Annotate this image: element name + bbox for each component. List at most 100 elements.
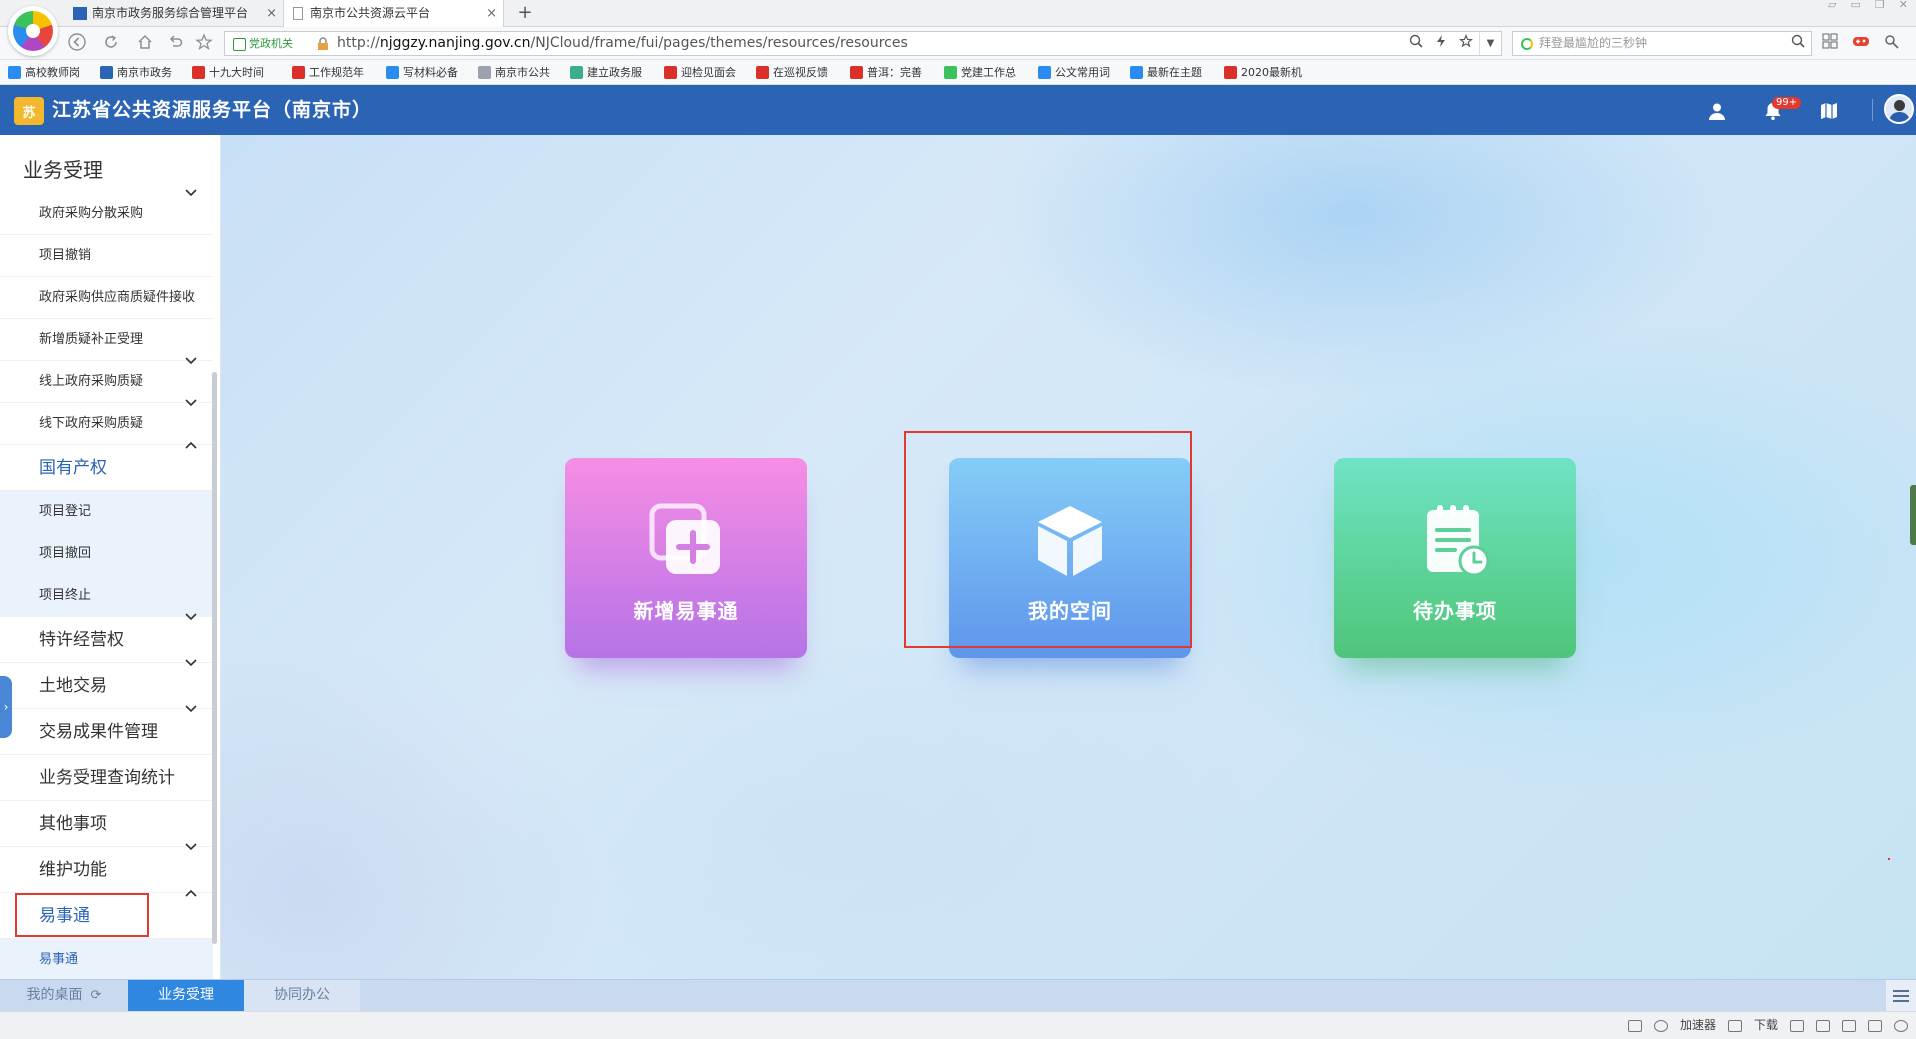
bookmark-item[interactable]: 建立政务服 <box>570 64 656 81</box>
chevron-up-icon[interactable] <box>185 889 197 897</box>
edit-icon[interactable] <box>1653 1012 1668 1039</box>
right-edge-handle[interactable] <box>1910 485 1916 545</box>
back-icon[interactable] <box>66 33 88 55</box>
trash-icon[interactable] <box>1816 1012 1830 1039</box>
download-icon[interactable] <box>1727 1012 1742 1039</box>
security-warning-icon[interactable] <box>317 37 329 51</box>
tab-my-desktop[interactable]: 我的桌面 ⟳ <box>0 980 128 1011</box>
cube-icon <box>1032 502 1108 578</box>
game-icon[interactable] <box>1852 33 1870 53</box>
sidebar-item[interactable]: 政府采购分散采购 <box>0 189 213 235</box>
search-box[interactable]: 拜登最尴尬的三秒钟 <box>1512 31 1812 56</box>
sidebar-item[interactable]: 线上政府采购质疑 <box>0 357 213 403</box>
sidebar-item[interactable]: 项目撤回 <box>0 533 213 575</box>
close-window-icon[interactable]: ✕ <box>1899 0 1908 10</box>
search-icon[interactable] <box>1791 34 1805 52</box>
sidebar-item[interactable]: 新增质疑补正受理 <box>0 319 213 361</box>
screenshot-icon[interactable] <box>1790 1012 1804 1039</box>
map-icon[interactable] <box>1818 100 1840 122</box>
bookmark-star-icon[interactable] <box>1459 33 1473 54</box>
refresh-icon[interactable] <box>100 33 122 55</box>
chevron-down-icon[interactable] <box>185 659 197 667</box>
browser-tab-1[interactable]: 南京市政务服务综合管理平台 × <box>66 0 284 27</box>
bookmark-item[interactable]: 南京市政务 <box>100 64 186 81</box>
search-engine-icon[interactable] <box>1521 38 1533 50</box>
chevron-down-icon[interactable] <box>185 189 197 197</box>
bookmark-item[interactable]: 2020最新机 <box>1224 64 1310 81</box>
avatar[interactable] <box>1884 94 1914 124</box>
download-label[interactable]: 下载 <box>1754 1012 1778 1039</box>
sidebar-item[interactable]: 交易成果件管理 <box>0 705 213 755</box>
bookmark-label: 在巡视反馈 <box>773 66 828 79</box>
browser-logo-icon[interactable] <box>8 6 58 56</box>
bookmark-item[interactable]: 写材料必备 <box>386 64 472 81</box>
menu-icon[interactable] <box>1886 980 1916 1011</box>
sidebar-item[interactable]: 项目登记 <box>0 491 213 533</box>
sidebar-item[interactable]: 其他事项 <box>0 801 213 847</box>
card-add-yishitong[interactable]: 新增易事通 <box>565 458 807 658</box>
restore-icon[interactable]: ❐ <box>1875 0 1885 10</box>
sidebar-collapse-toggle[interactable]: › <box>0 676 12 738</box>
favorite-star-icon[interactable] <box>193 33 215 55</box>
close-icon[interactable]: × <box>266 0 277 27</box>
tab-collaborative-office[interactable]: 协同办公 <box>244 980 360 1011</box>
sidebar-item[interactable]: 国有产权 <box>0 441 213 491</box>
app-logo: 苏 <box>14 97 44 125</box>
zoom-level-icon[interactable] <box>1894 1012 1908 1039</box>
chevron-down-icon[interactable] <box>185 705 197 713</box>
bookmark-item[interactable]: 党建工作总 <box>944 64 1030 81</box>
bookmark-item[interactable]: 十九大时间 <box>192 64 278 81</box>
bookmark-item[interactable]: 工作规范年 <box>292 64 378 81</box>
address-bar[interactable]: 党政机关 http://njggzy.nanjing.gov.cn/NJClou… <box>224 31 1502 56</box>
image-icon[interactable] <box>1627 1012 1642 1039</box>
sidebar-item[interactable]: 项目撤销 <box>0 235 213 277</box>
grid-apps-icon[interactable] <box>1822 33 1838 53</box>
card-todo[interactable]: 待办事项 <box>1334 458 1576 658</box>
sidebar-item[interactable]: 易事通 <box>0 939 213 981</box>
tools-icon[interactable] <box>1884 33 1902 53</box>
user-icon[interactable] <box>1706 100 1728 122</box>
skin-icon[interactable]: ▱ <box>1828 0 1836 10</box>
bookmark-item[interactable]: 迎检见面会 <box>664 64 750 81</box>
bookmark-item[interactable]: 公文常用词 <box>1038 64 1124 81</box>
chevron-down-icon[interactable] <box>185 399 197 407</box>
minimize-icon[interactable]: ▭ <box>1851 0 1861 10</box>
bookmark-item[interactable]: 最新在主题 <box>1130 64 1216 81</box>
bookmark-label: 普洱：完善 <box>867 66 922 79</box>
accelerator-label[interactable]: 加速器 <box>1680 1012 1716 1039</box>
card-label: 新增易事通 <box>633 599 739 623</box>
sidebar-item[interactable]: 业务受理查询统计 <box>0 755 213 801</box>
bookmark-item[interactable]: 南京市公共 <box>478 64 564 81</box>
window-icon[interactable] <box>1868 1012 1882 1039</box>
bookmark-item[interactable]: 普洱：完善 <box>850 64 936 81</box>
lightning-mode-icon[interactable] <box>1435 34 1447 54</box>
bookmark-item[interactable]: 在巡视反馈 <box>756 64 842 81</box>
tab-business-acceptance[interactable]: 业务受理 <box>128 980 244 1011</box>
refresh-icon[interactable]: ⟳ <box>91 988 102 1003</box>
sidebar-item-label: 新增质疑补正受理 <box>39 332 144 347</box>
sidebar-item[interactable]: 土地交易 <box>0 659 213 709</box>
chevron-down-icon[interactable] <box>185 613 197 621</box>
close-icon[interactable]: × <box>486 0 497 27</box>
bookmark-item[interactable]: 高校教师岗 <box>8 64 94 81</box>
sidebar-item[interactable]: 维护功能 <box>0 843 213 893</box>
card-my-space[interactable]: 我的空间 <box>949 458 1191 658</box>
sidebar-item[interactable]: 政府采购供应商质疑件接收 <box>0 277 213 319</box>
sidebar-item[interactable]: 易事通 <box>0 889 213 939</box>
chevron-up-icon[interactable] <box>185 441 197 449</box>
browser-tab-2[interactable]: 南京市公共资源云平台 × <box>284 0 504 27</box>
home-icon[interactable] <box>134 33 156 55</box>
chevron-down-icon[interactable] <box>185 357 197 365</box>
sidebar-scrollbar[interactable] <box>212 372 217 944</box>
zoom-icon[interactable] <box>1409 34 1423 54</box>
address-url[interactable]: http://njggzy.nanjing.gov.cn/NJCloud/fra… <box>337 32 908 55</box>
address-dropdown-icon[interactable]: ▼ <box>1479 32 1501 55</box>
new-tab-button[interactable]: + <box>510 2 540 24</box>
sidebar-item-label: 政府采购分散采购 <box>39 206 144 221</box>
sidebar-item[interactable]: 线下政府采购质疑 <box>0 399 213 445</box>
undo-icon[interactable] <box>164 33 186 55</box>
chevron-down-icon[interactable] <box>185 843 197 851</box>
volume-icon[interactable] <box>1842 1012 1856 1039</box>
sidebar-item[interactable]: 特许经营权 <box>0 613 213 663</box>
sidebar-item[interactable]: 项目终止 <box>0 575 213 617</box>
